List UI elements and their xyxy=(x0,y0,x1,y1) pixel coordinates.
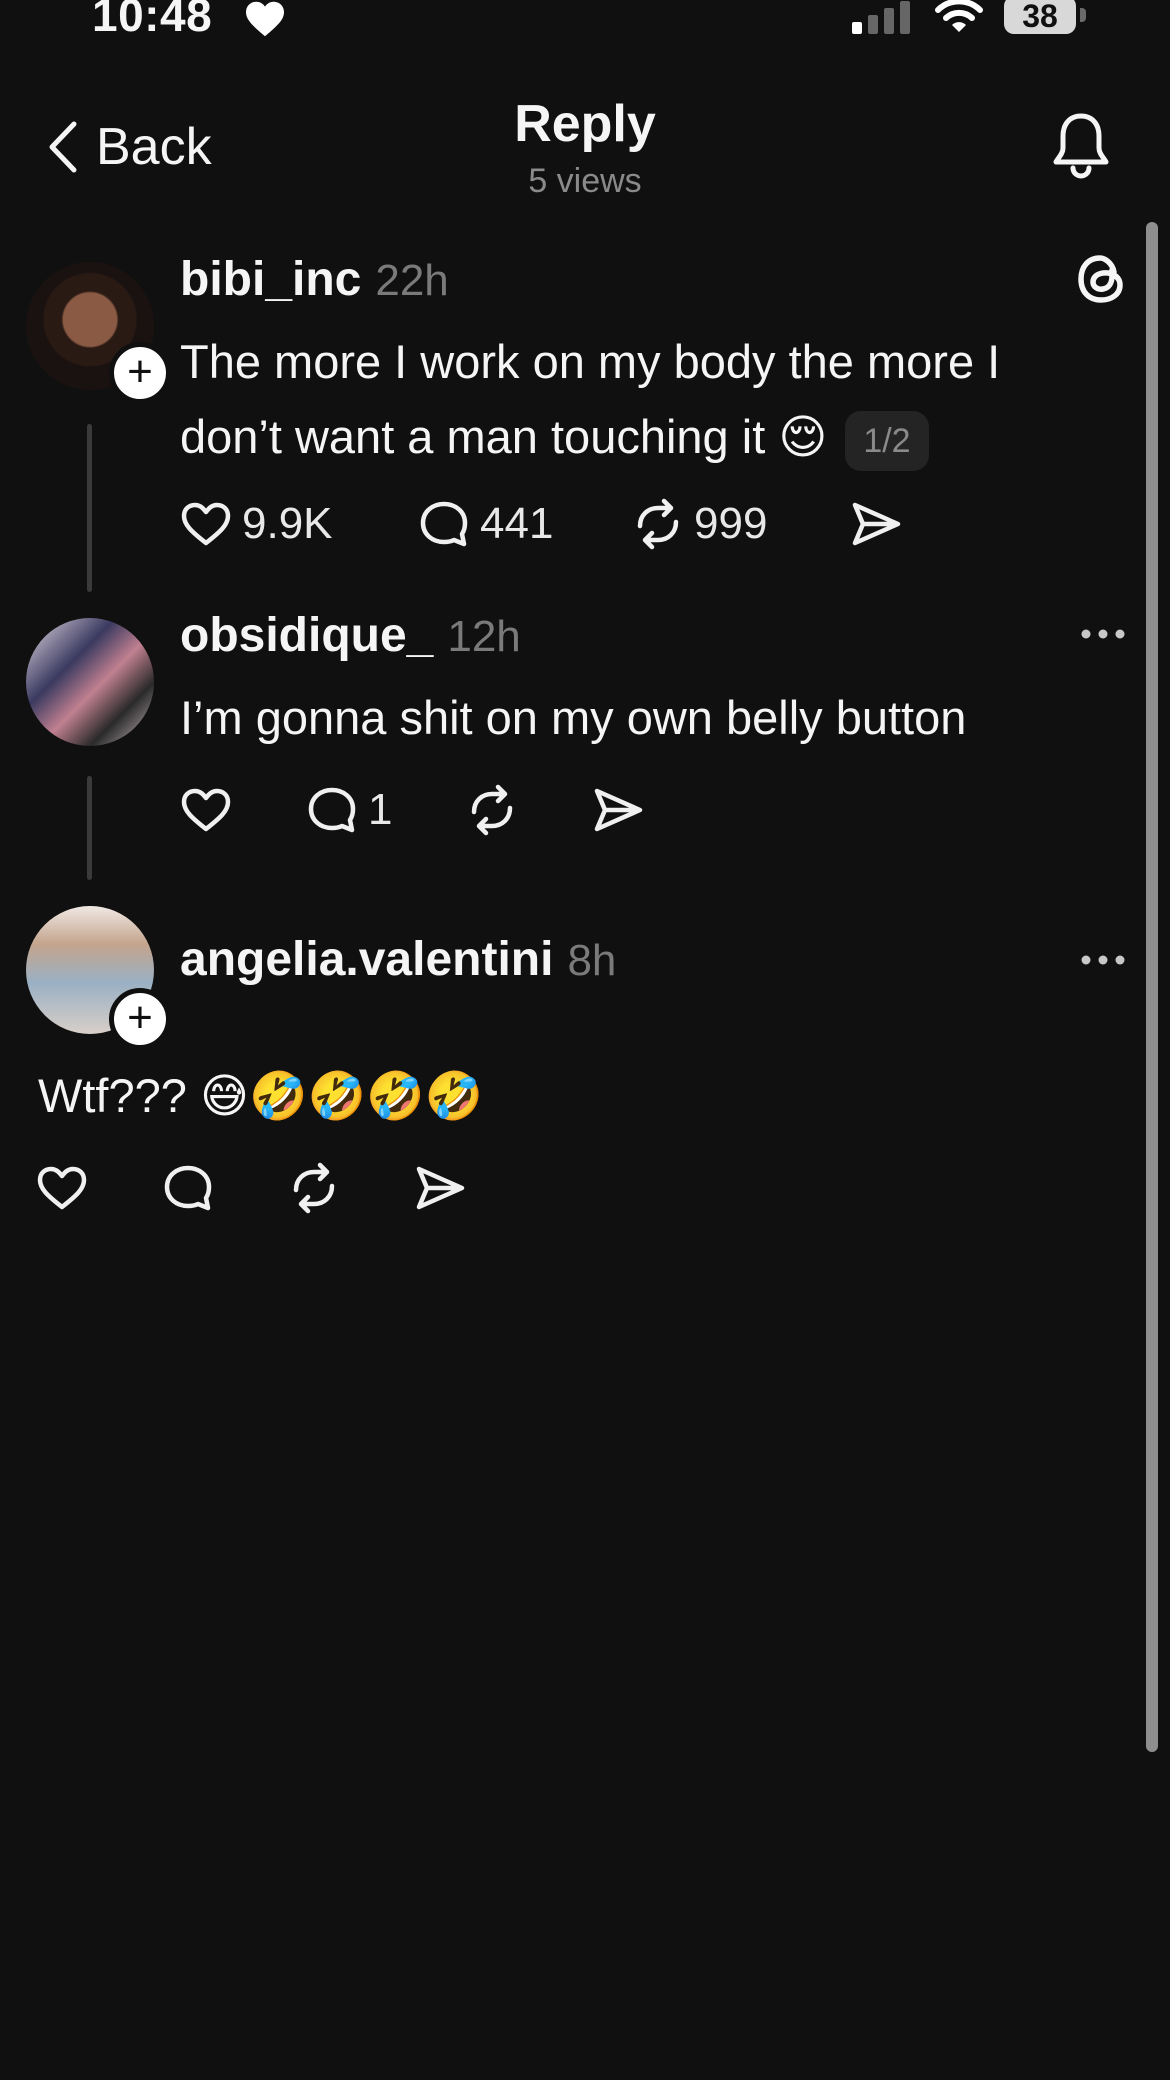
comment-icon xyxy=(420,501,468,547)
views-count: 5 views xyxy=(528,162,642,200)
heart-icon xyxy=(37,1166,87,1210)
reply-button[interactable]: 1 xyxy=(304,782,464,838)
comment-icon xyxy=(308,787,356,833)
more-options-icon[interactable] xyxy=(1078,624,1128,644)
post-header: obsidique_ 12h xyxy=(180,608,521,663)
like-button[interactable] xyxy=(178,782,304,838)
bell-icon[interactable] xyxy=(1050,110,1112,180)
post-time: 12h xyxy=(447,612,521,661)
heart-icon xyxy=(181,788,231,832)
heart-status-icon xyxy=(246,1,284,37)
post-header: angelia.valentini 8h xyxy=(180,932,616,987)
share-button[interactable] xyxy=(412,1160,468,1216)
send-icon xyxy=(594,788,643,832)
post-text: Wtf??? 😅🤣🤣🤣🤣 xyxy=(38,1058,1038,1134)
wifi-icon xyxy=(935,0,983,32)
battery-indicator: 38 xyxy=(1004,0,1090,38)
like-count: 9.9K xyxy=(242,499,333,548)
relieved-emoji: 😌 xyxy=(778,410,828,465)
username[interactable]: obsidique_ xyxy=(180,609,433,662)
threads-logo-icon[interactable] xyxy=(1074,250,1128,308)
post-text-line: The more I work on my body the more I xyxy=(180,335,1001,388)
scrollbar[interactable] xyxy=(1146,222,1158,1752)
repost-icon xyxy=(471,784,513,836)
post-text: I’m gonna shit on my own belly button xyxy=(180,691,967,744)
like-button[interactable] xyxy=(34,1160,160,1216)
like-button[interactable]: 9.9K xyxy=(178,496,416,552)
post-header: bibi_inc 22h xyxy=(180,252,449,307)
username[interactable]: angelia.valentini xyxy=(180,933,553,986)
post-text: The more I work on my body the more I do… xyxy=(180,324,1080,475)
username[interactable]: bibi_inc xyxy=(180,253,361,306)
page-title: Reply xyxy=(514,95,656,153)
send-icon xyxy=(852,502,901,546)
battery-percent: 38 xyxy=(1022,0,1058,34)
avatar[interactable] xyxy=(26,618,154,746)
repost-button[interactable] xyxy=(464,782,590,838)
post-time: 22h xyxy=(375,256,449,305)
post-time: 8h xyxy=(567,936,617,985)
reply-button[interactable] xyxy=(160,1160,286,1216)
post-actions: 9.9K 441 999 xyxy=(178,494,904,554)
cellular-signal-icon xyxy=(852,1,910,34)
repost-icon xyxy=(293,1162,335,1214)
reply-button[interactable]: 441 xyxy=(416,496,630,552)
share-button[interactable] xyxy=(590,782,646,838)
reply-count: 441 xyxy=(480,499,554,548)
heart-icon xyxy=(181,502,231,546)
thread-connector xyxy=(87,424,92,592)
post-text-content: Wtf??? xyxy=(38,1069,187,1122)
laughing-emojis: 😅🤣🤣🤣🤣 xyxy=(199,1069,484,1124)
repost-icon xyxy=(637,498,679,550)
follow-button[interactable]: + xyxy=(109,988,171,1050)
reply-count: 1 xyxy=(368,785,393,834)
post-text-line: don’t want a man touching it xyxy=(180,410,766,463)
post-actions xyxy=(34,1158,468,1218)
repost-button[interactable]: 999 xyxy=(630,496,848,552)
post-actions: 1 xyxy=(178,780,646,840)
follow-button[interactable]: + xyxy=(109,342,171,404)
page-indicator[interactable]: 1/2 xyxy=(845,410,929,471)
repost-count: 999 xyxy=(694,499,768,548)
more-options-icon[interactable] xyxy=(1078,950,1128,970)
repost-button[interactable] xyxy=(286,1160,412,1216)
comment-icon xyxy=(164,1165,212,1211)
status-time: 10:48 xyxy=(92,0,213,41)
send-icon xyxy=(416,1166,465,1210)
share-button[interactable] xyxy=(848,496,904,552)
thread-connector xyxy=(87,776,92,880)
